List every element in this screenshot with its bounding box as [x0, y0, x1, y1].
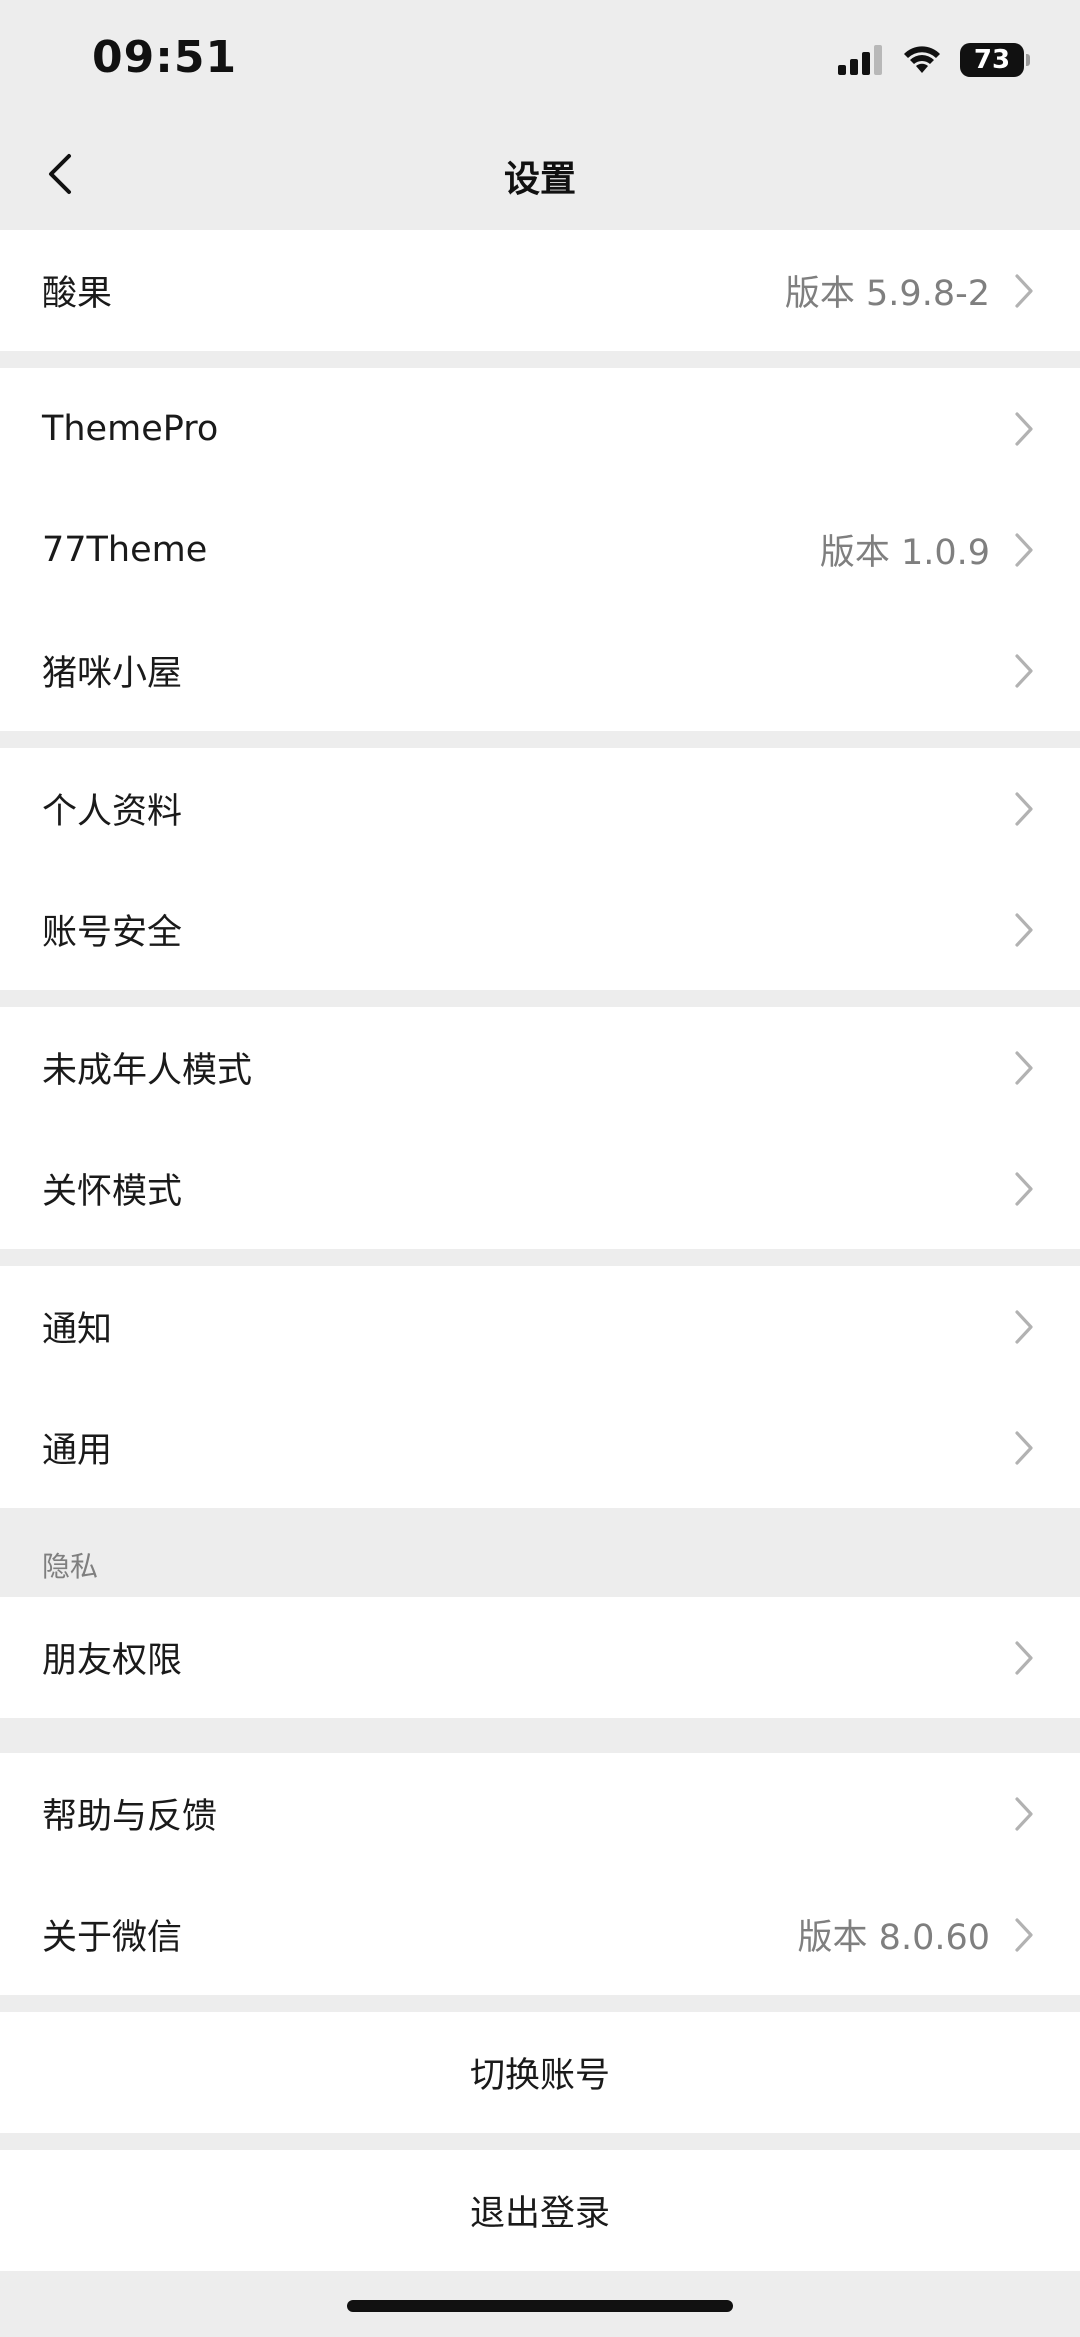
settings-item-value: 版本 5.9.8-2	[784, 274, 990, 314]
settings-item-suanguo[interactable]: 酸果 版本 5.9.8-2	[0, 230, 1080, 351]
settings-group: 未成年人模式 关怀模式	[0, 1007, 1080, 1249]
settings-item-themepro[interactable]: ThemePro	[0, 368, 1080, 489]
group-divider	[0, 1249, 1080, 1266]
settings-item-notifications[interactable]: 通知	[0, 1266, 1080, 1387]
page-title: 设置	[503, 159, 576, 200]
status-icons: 73	[838, 40, 1030, 80]
group-divider	[0, 1995, 1080, 2012]
settings-item-label: 账号安全	[42, 913, 183, 953]
group-divider	[0, 990, 1080, 1007]
status-time: 09:51	[92, 32, 238, 83]
chevron-right-icon	[1012, 530, 1036, 570]
settings-item-label: ThemePro	[42, 408, 219, 449]
chevron-right-icon	[1012, 910, 1036, 950]
settings-item-label: 通用	[42, 1431, 113, 1471]
group-divider	[0, 731, 1080, 748]
settings-item-label: 通知	[42, 1310, 113, 1350]
settings-group: 酸果 版本 5.9.8-2	[0, 230, 1080, 351]
settings-item-care-mode[interactable]: 关怀模式	[0, 1128, 1080, 1249]
wifi-icon	[904, 46, 940, 73]
logout-button[interactable]: 退出登录	[0, 2150, 1080, 2271]
battery-icon: 73	[960, 43, 1030, 77]
settings-item-label: 关怀模式	[42, 1172, 183, 1212]
group-divider	[0, 1718, 1080, 1753]
settings-item-minor-mode[interactable]: 未成年人模式	[0, 1007, 1080, 1128]
settings-item-label: 猪咪小屋	[42, 654, 183, 694]
chevron-right-icon	[1012, 1638, 1036, 1678]
settings-item-label: 关于微信	[42, 1918, 183, 1958]
section-header-label: 隐私	[42, 1550, 99, 1583]
settings-group: ThemePro 77Theme 版本 1.0.9 猪咪小屋	[0, 368, 1080, 731]
settings-item-label: 酸果	[42, 274, 113, 314]
settings-group: 帮助与反馈 关于微信 版本 8.0.60	[0, 1753, 1080, 1995]
settings-group: 通知 通用	[0, 1266, 1080, 1508]
settings-item-help-feedback[interactable]: 帮助与反馈	[0, 1753, 1080, 1874]
group-divider	[0, 351, 1080, 368]
settings-item-friend-permissions[interactable]: 朋友权限	[0, 1597, 1080, 1718]
settings-group: 朋友权限	[0, 1597, 1080, 1718]
settings-item-label: 77Theme	[42, 529, 208, 570]
chevron-right-icon	[1012, 789, 1036, 829]
chevron-right-icon	[1012, 651, 1036, 691]
settings-item-label: 个人资料	[42, 792, 183, 832]
chevron-right-icon	[1012, 409, 1036, 449]
settings-item-account-security[interactable]: 账号安全	[0, 869, 1080, 990]
settings-item-value: 版本 8.0.60	[797, 1918, 990, 1958]
settings-group: 个人资料 账号安全	[0, 748, 1080, 990]
settings-item-profile[interactable]: 个人资料	[0, 748, 1080, 869]
nav-bar: 设置	[0, 118, 1080, 230]
chevron-right-icon	[1012, 1048, 1036, 1088]
chevron-right-icon	[1012, 1794, 1036, 1834]
settings-item-label: 朋友权限	[42, 1641, 183, 1681]
settings-item-about-wechat[interactable]: 关于微信 版本 8.0.60	[0, 1874, 1080, 1995]
home-indicator[interactable]	[347, 2300, 733, 2312]
chevron-right-icon	[1012, 1169, 1036, 1209]
cellular-signal-icon	[838, 45, 882, 75]
settings-item-label: 未成年人模式	[42, 1051, 253, 1091]
chevron-right-icon	[1012, 1428, 1036, 1468]
section-header-privacy: 隐私	[0, 1508, 1080, 1597]
settings-item-zhumi[interactable]: 猪咪小屋	[0, 610, 1080, 731]
settings-item-value: 版本 1.0.9	[819, 533, 990, 573]
group-divider	[0, 2133, 1080, 2150]
chevron-right-icon	[1012, 1307, 1036, 1347]
chevron-right-icon	[1012, 271, 1036, 311]
status-bar: 09:51 73	[0, 0, 1080, 118]
switch-account-button[interactable]: 切换账号	[0, 2012, 1080, 2133]
settings-list: 酸果 版本 5.9.8-2 ThemePro 77Theme 版本 1.0.9 …	[0, 230, 1080, 2271]
settings-item-label: 帮助与反馈	[42, 1797, 218, 1837]
chevron-right-icon	[1012, 1915, 1036, 1955]
settings-item-77theme[interactable]: 77Theme 版本 1.0.9	[0, 489, 1080, 610]
settings-item-general[interactable]: 通用	[0, 1387, 1080, 1508]
